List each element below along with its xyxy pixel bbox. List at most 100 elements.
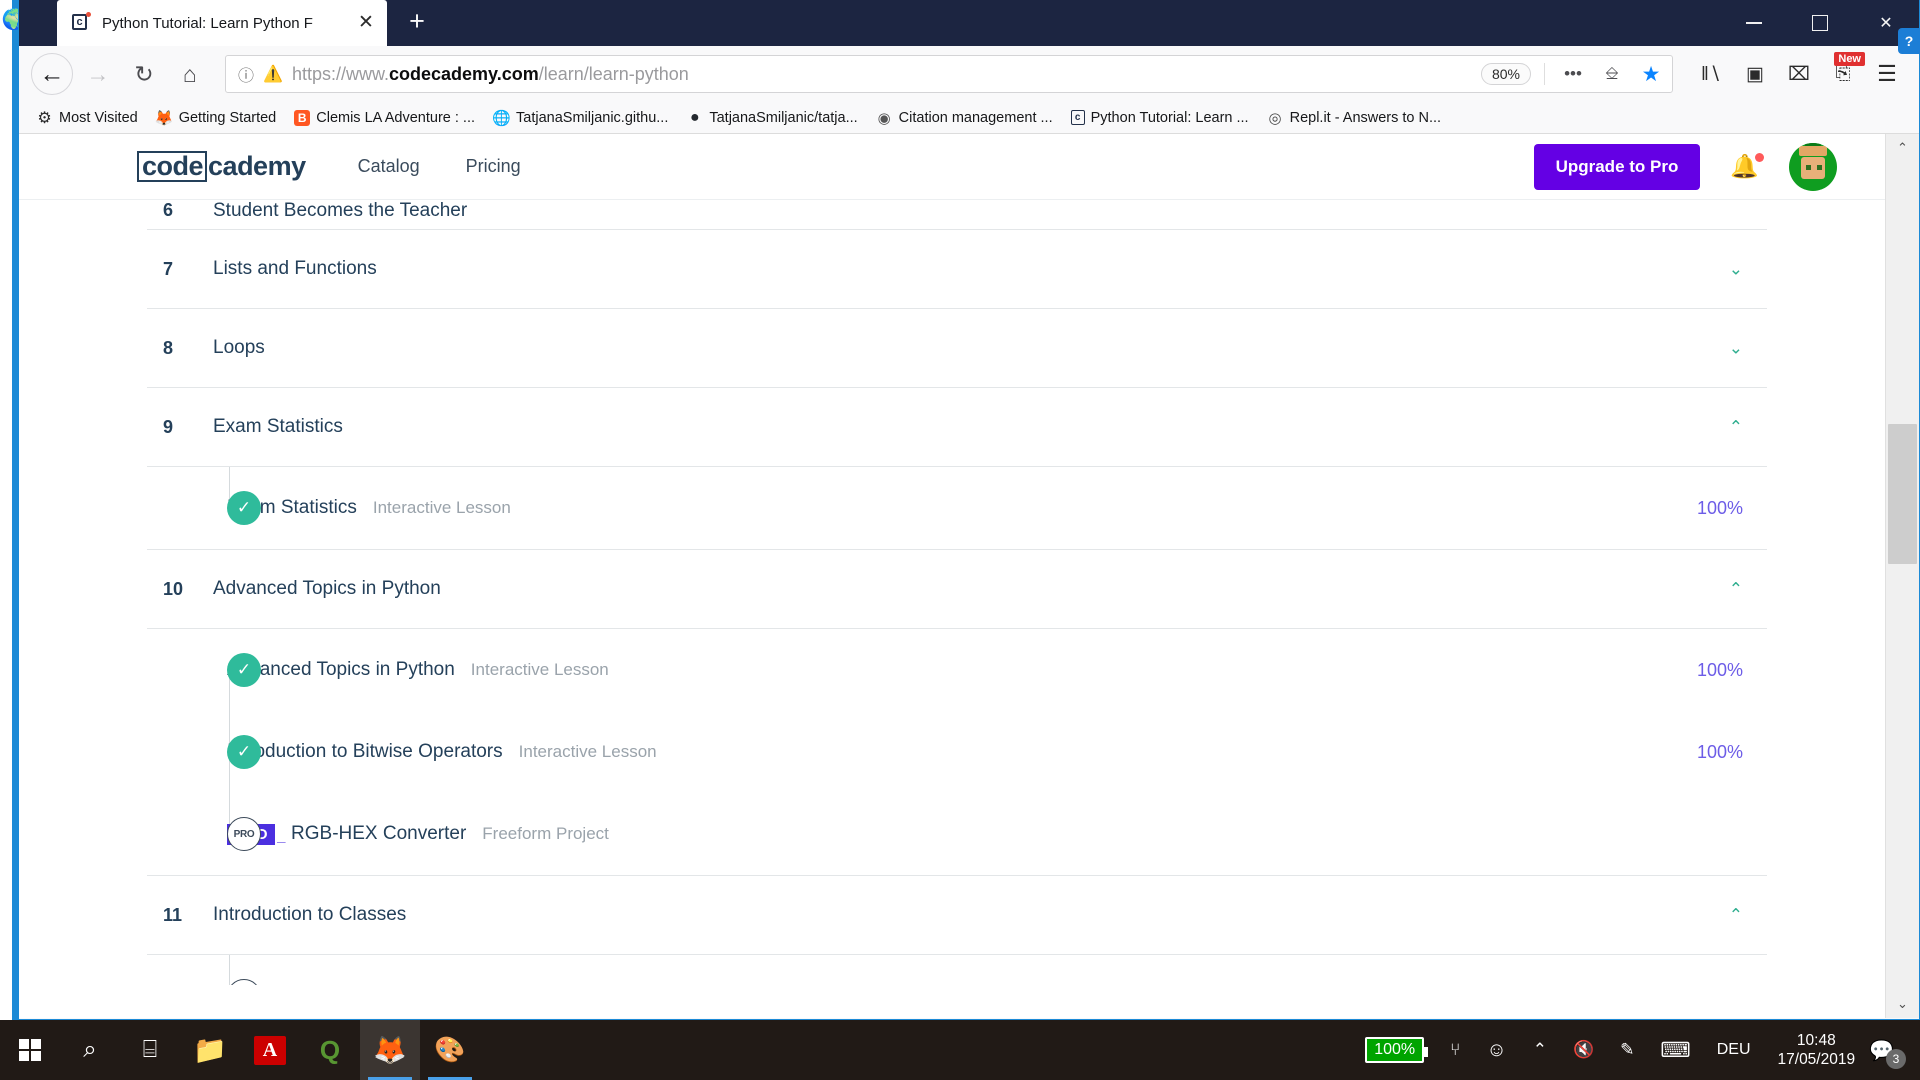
sidebar-icon[interactable]: ▣ [1735, 54, 1775, 94]
url-bar[interactable]: ⓘ ⚠️ https://www.codecademy.com/learn/le… [225, 55, 1673, 93]
reload-button[interactable]: ↻ [123, 53, 165, 95]
paint-icon[interactable]: 🎨 [420, 1020, 480, 1080]
site-header-right: Upgrade to Pro 🔔 [1533, 142, 1837, 191]
codecademy-favicon-icon: c [71, 12, 93, 34]
codecademy-logo[interactable]: code cademy [137, 151, 306, 182]
page-viewport: code cademy Catalog Pricing Upgrade to P… [19, 134, 1919, 1018]
lesson-row[interactable] [163, 955, 1767, 985]
replit-icon: ◎ [1268, 109, 1282, 127]
lesson-row[interactable]: PRO PRO_ RGB-HEX Converter Freeform Proj… [163, 793, 1767, 875]
chevron-up-icon[interactable]: ⌃ [1729, 419, 1743, 436]
lesson-complete-icon: ✓ [227, 735, 261, 769]
battery-status[interactable]: 100% [1352, 1037, 1437, 1063]
avatar[interactable] [1789, 142, 1837, 191]
browser-tab-active[interactable]: c Python Tutorial: Learn Python F ✕ [57, 0, 387, 46]
firefox-icon[interactable]: 🦊 [360, 1020, 420, 1080]
screenshot-icon[interactable]: ⌧ [1779, 54, 1819, 94]
module-row[interactable]: 9 Exam Statistics ⌃ [147, 388, 1767, 467]
lesson-row[interactable]: ✓ Advanced Topics in Python Interactive … [163, 629, 1767, 711]
module-row[interactable]: 10 Advanced Topics in Python ⌃ [147, 550, 1767, 629]
file-explorer-icon[interactable]: 📁 [180, 1020, 240, 1080]
windows-taskbar: ⌕ ⌸ 📁 A Q 🦊 🎨 100% ⑂ ☺ ⌃ 🔇 ✎ ⌨ DEU 10:48… [0, 1020, 1920, 1080]
bookmark-clemis-la-adventure[interactable]: B Clemis LA Adventure : ... [287, 108, 482, 128]
new-feature-glyph: ⎘ [1835, 63, 1851, 84]
nav-item-pricing[interactable]: Pricing [466, 156, 521, 177]
bookmark-most-visited[interactable]: ⚙ Most Visited [29, 107, 145, 128]
menu-icon[interactable]: ☰ [1867, 54, 1907, 94]
search-icon[interactable]: ⌕ [60, 1020, 120, 1080]
scroll-up-arrow-icon[interactable]: ⌃ [1886, 134, 1919, 162]
module-title: Advanced Topics in Python [213, 578, 441, 599]
new-feature-icon[interactable]: ⎘ New [1823, 52, 1865, 94]
module-row[interactable]: 7 Lists and Functions ⌄ [147, 230, 1767, 309]
bookmark-label: TatjanaSmiljanic/tatja... [709, 109, 858, 126]
maximize-button[interactable] [1787, 0, 1853, 46]
bookmark-tatjanasmiljanic-github-io[interactable]: 🌐 TatjanaSmiljanic.githu... [486, 107, 675, 128]
bookmark-label: Most Visited [59, 109, 138, 126]
logo-boxed-text: code [137, 151, 208, 182]
pen-icon[interactable]: ✎ [1607, 1040, 1647, 1060]
avatar-eye-right [1817, 164, 1822, 170]
home-button[interactable]: ⌂ [169, 53, 211, 95]
scrollbar-thumb[interactable] [1888, 424, 1917, 564]
module-row[interactable]: 8 Loops ⌄ [147, 309, 1767, 388]
help-bubble-icon[interactable]: ? [1898, 28, 1920, 54]
chevron-up-icon[interactable]: ⌃ [1729, 581, 1743, 598]
chevron-up-icon[interactable]: ⌃ [1729, 907, 1743, 924]
volume-muted-icon[interactable]: 🔇 [1560, 1040, 1607, 1060]
page-scrollbar[interactable]: ⌃ ⌄ [1885, 134, 1919, 1018]
site-information-icon[interactable]: ⓘ [238, 62, 254, 86]
bookmark-label: TatjanaSmiljanic.githu... [516, 109, 669, 126]
module-title: Introduction to Classes [213, 904, 407, 925]
tab-strip: c Python Tutorial: Learn Python F ✕ + ✕ [19, 0, 1919, 46]
bookmark-python-tutorial[interactable]: c Python Tutorial: Learn ... [1064, 108, 1256, 128]
forward-button[interactable]: → [77, 53, 119, 95]
action-center-icon[interactable]: 💬 3 [1869, 1038, 1912, 1069]
adobe-reader-glyph: A [253, 1035, 287, 1065]
upgrade-to-pro-button[interactable]: Upgrade to Pro [1533, 143, 1701, 190]
bookmark-getting-started[interactable]: 🦊 Getting Started [149, 107, 284, 128]
module-row[interactable]: 11 Introduction to Classes ⌃ [147, 876, 1767, 955]
lesson-group: ✓ Exam Statistics Interactive Lesson 100… [147, 467, 1767, 550]
avatar-hat [1799, 145, 1827, 156]
bookmark-label: Clemis LA Adventure : ... [316, 109, 476, 126]
qgis-icon[interactable]: Q [300, 1020, 360, 1080]
lesson-type: Freeform Project [482, 824, 609, 843]
bookmark-citation-management[interactable]: ◉ Citation management ... [869, 107, 1060, 128]
library-icon[interactable]: ‖∖ [1691, 54, 1731, 94]
avatar-eye-left [1806, 164, 1811, 170]
back-button[interactable]: ← [31, 53, 73, 95]
language-indicator[interactable]: DEU [1704, 1041, 1764, 1059]
show-hidden-icons-chevron-up-icon[interactable]: ⌃ [1520, 1040, 1560, 1060]
power-plug-icon[interactable]: ⑂ [1437, 1040, 1473, 1060]
lesson-title: Introduction to Bitwise Operators [227, 741, 503, 762]
bookmark-replit[interactable]: ◎ Repl.it - Answers to N... [1260, 107, 1449, 128]
adobe-reader-icon[interactable]: A [240, 1020, 300, 1080]
chevron-down-icon[interactable]: ⌄ [1729, 340, 1743, 357]
module-row[interactable]: 6 Student Becomes the Teacher [147, 200, 1767, 230]
keyboard-icon[interactable]: ⌨ [1647, 1038, 1703, 1063]
start-button[interactable] [0, 1020, 60, 1080]
scroll-down-arrow-icon[interactable]: ⌄ [1886, 990, 1919, 1018]
bookmark-star-icon[interactable]: ★ [1636, 62, 1666, 87]
url-text[interactable]: https://www.codecademy.com/learn/learn-p… [292, 64, 1472, 85]
people-icon[interactable]: ☺ [1473, 1039, 1519, 1062]
new-tab-button[interactable]: + [397, 2, 437, 42]
lesson-complete-icon: ✓ [227, 653, 261, 687]
lesson-row[interactable]: ✓ Exam Statistics Interactive Lesson 100… [163, 467, 1767, 549]
favicon-letter: c [72, 14, 87, 30]
minimize-button[interactable] [1721, 0, 1787, 46]
lesson-main: Advanced Topics in Python Interactive Le… [217, 659, 609, 681]
bookmark-tatjanasmiljanic-repo[interactable]: ● TatjanaSmiljanic/tatja... [679, 107, 864, 128]
lesson-row[interactable]: ✓ Introduction to Bitwise Operators Inte… [163, 711, 1767, 793]
task-view-icon[interactable]: ⌸ [120, 1020, 180, 1080]
zoom-level-indicator[interactable]: 80% [1480, 63, 1531, 85]
tab-close-icon[interactable]: ✕ [353, 10, 379, 36]
notifications-bell-icon[interactable]: 🔔 [1730, 153, 1764, 180]
chevron-down-icon[interactable]: ⌄ [1729, 261, 1743, 278]
clock-date: 17/05/2019 [1777, 1051, 1856, 1068]
page-actions-icon[interactable]: ••• [1558, 64, 1588, 84]
clock[interactable]: 10:48 17/05/2019 [1764, 1031, 1870, 1069]
nav-item-catalog[interactable]: Catalog [358, 156, 420, 177]
pocket-icon[interactable]: ⎒ [1597, 64, 1627, 84]
